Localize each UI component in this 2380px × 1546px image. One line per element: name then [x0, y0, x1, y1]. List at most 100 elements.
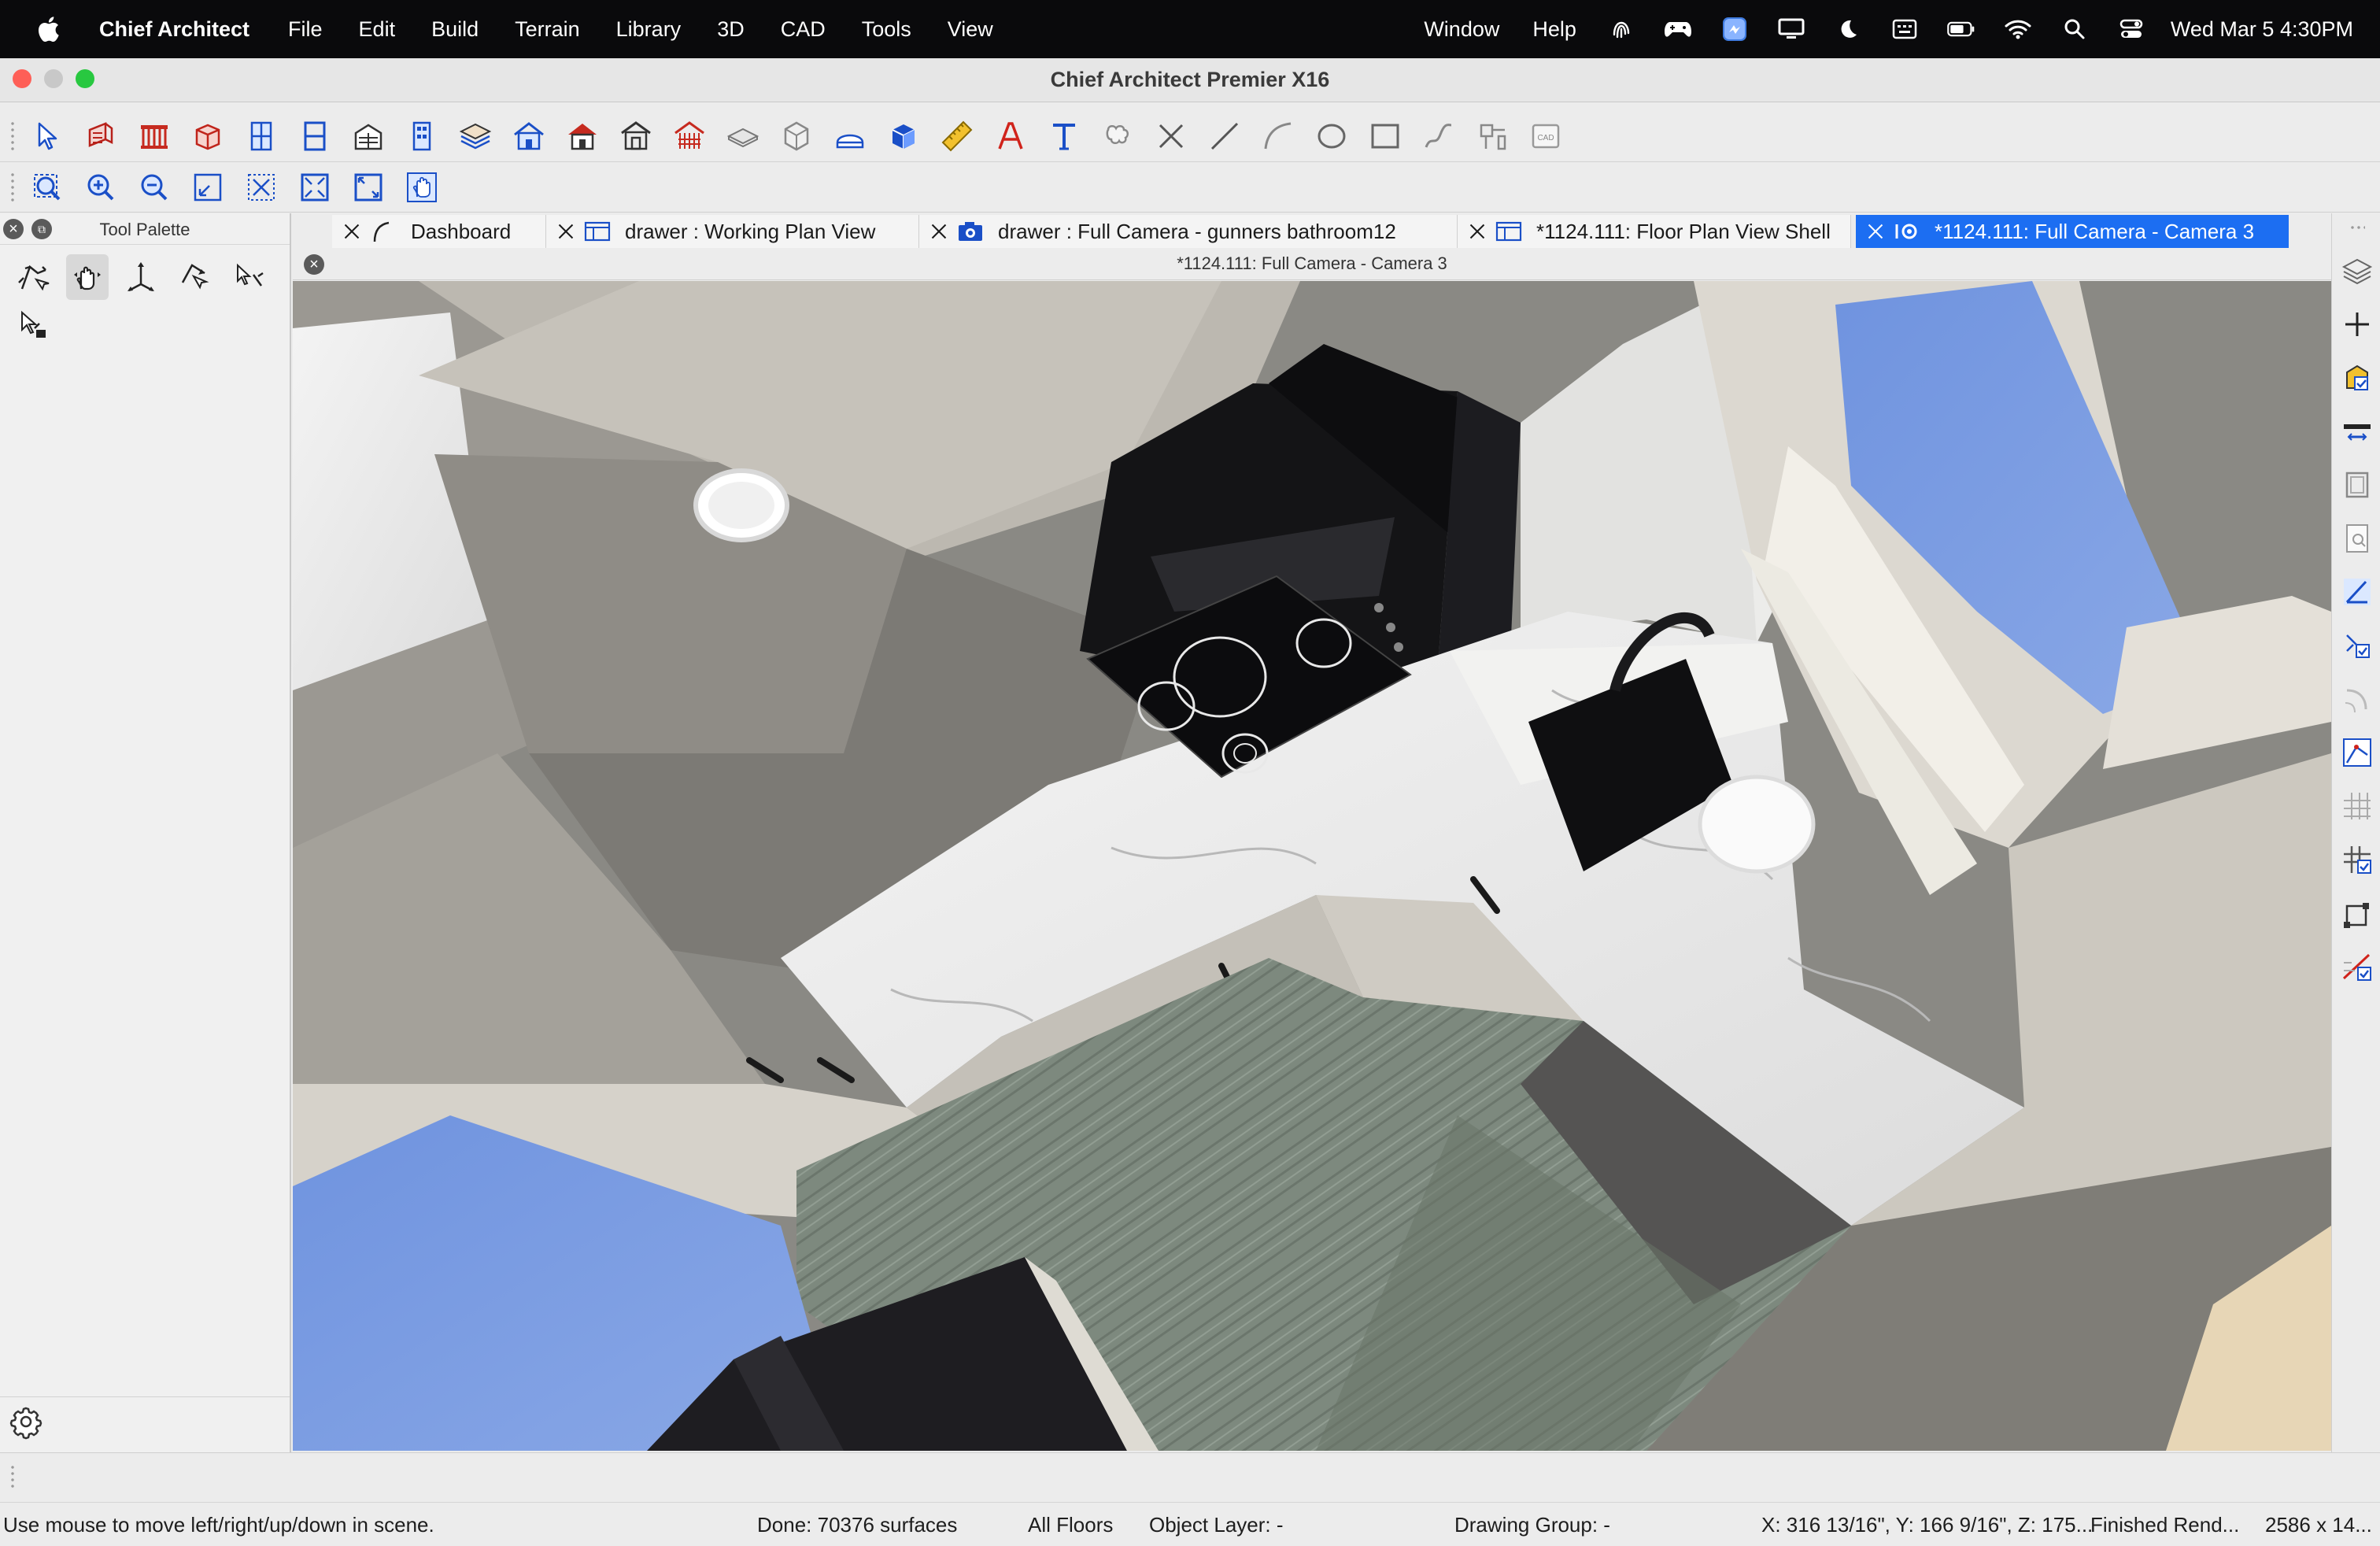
- battery-icon[interactable]: [1947, 17, 1975, 41]
- add-button[interactable]: [2339, 306, 2375, 342]
- grid-display-button[interactable]: [2339, 788, 2375, 824]
- material-painter-button[interactable]: [2339, 360, 2375, 396]
- cross-line-tool[interactable]: [1151, 116, 1192, 157]
- tab-dashboard[interactable]: Dashboard: [332, 215, 546, 248]
- close-tab-icon[interactable]: [929, 221, 949, 242]
- object-snap-button[interactable]: [2339, 627, 2375, 664]
- status-floors[interactable]: All Floors: [1028, 1513, 1113, 1537]
- terrain-tool[interactable]: [669, 116, 710, 157]
- gear-icon[interactable]: [8, 1404, 44, 1440]
- floor-ceiling-tool[interactable]: [455, 116, 496, 157]
- safari-extension-icon[interactable]: [1720, 17, 1749, 41]
- menu-edit[interactable]: Edit: [341, 17, 414, 42]
- arch-tool[interactable]: [830, 116, 870, 157]
- close-tab-icon[interactable]: [556, 221, 576, 242]
- 3d-box-tool[interactable]: [883, 116, 924, 157]
- dormer-tool[interactable]: [562, 116, 603, 157]
- menu-build[interactable]: Build: [413, 17, 497, 42]
- control-center-icon[interactable]: [2117, 17, 2145, 41]
- menu-app-name[interactable]: Chief Architect: [90, 17, 270, 42]
- menu-window[interactable]: Window: [1407, 17, 1516, 42]
- 3d-camera-viewport[interactable]: [293, 281, 2331, 1451]
- apple-logo-icon[interactable]: [36, 16, 60, 43]
- window-tool[interactable]: [241, 116, 282, 157]
- fill-window-tool[interactable]: [241, 167, 282, 208]
- camera-orbit-tool[interactable]: [13, 254, 55, 300]
- camera-move-tool[interactable]: [120, 254, 162, 300]
- menu-3d[interactable]: 3D: [699, 17, 763, 42]
- select-objects-tool[interactable]: [27, 116, 68, 157]
- camera-pan-tool[interactable]: [66, 254, 109, 300]
- statusbar-grip[interactable]: [9, 1464, 16, 1488]
- layers-panel-button[interactable]: [2339, 253, 2375, 289]
- display-icon[interactable]: [1777, 17, 1805, 41]
- sloped-surface-button[interactable]: [2339, 949, 2375, 985]
- camera-select-tool[interactable]: [227, 254, 269, 300]
- wifi-icon[interactable]: [2004, 17, 2032, 41]
- zoom-window-tool[interactable]: [27, 167, 68, 208]
- frame-button[interactable]: [2339, 467, 2375, 503]
- tab-floor-plan-view-shell[interactable]: *1124.111: Floor Plan View Shell: [1458, 215, 1851, 248]
- toolbar-grip[interactable]: [9, 120, 16, 152]
- shape-tool[interactable]: [776, 116, 817, 157]
- wall-tool[interactable]: [80, 116, 121, 157]
- tab-full-camera-bathroom[interactable]: drawer : Full Camera - gunners bathroom1…: [919, 215, 1458, 248]
- hand-move-icon: [74, 266, 101, 290]
- tab-working-plan-view[interactable]: drawer : Working Plan View: [546, 215, 919, 248]
- railing-fencing-tool[interactable]: [134, 116, 175, 157]
- cabinet-tool[interactable]: [187, 116, 228, 157]
- zoom-out-tool[interactable]: [134, 167, 175, 208]
- menu-file[interactable]: File: [270, 17, 341, 42]
- input-menu-icon[interactable]: [1890, 17, 1919, 41]
- pan-tool[interactable]: [401, 167, 442, 208]
- grid-snap-button[interactable]: [2339, 734, 2375, 771]
- arc-snap-button[interactable]: [2339, 681, 2375, 717]
- panel-grip[interactable]: [2349, 224, 2365, 232]
- close-tab-icon[interactable]: [1865, 221, 1886, 242]
- rectangle-tool[interactable]: [1365, 116, 1406, 157]
- toolbar-grip[interactable]: [9, 171, 16, 203]
- menubar-clock[interactable]: Wed Mar 5 4:30PM: [2171, 17, 2353, 42]
- undo-zoom-tool[interactable]: [187, 167, 228, 208]
- tab-full-camera-3[interactable]: *1124.111: Full Camera - Camera 3: [1856, 215, 2289, 248]
- edit-handles-button[interactable]: [2339, 895, 2375, 931]
- door-tool[interactable]: [294, 116, 335, 157]
- line-tool[interactable]: [1204, 116, 1245, 157]
- menu-tools[interactable]: Tools: [844, 17, 929, 42]
- page-preview-button[interactable]: [2339, 520, 2375, 557]
- framing-tool[interactable]: [615, 116, 656, 157]
- camera-tilt-tool[interactable]: [173, 254, 216, 300]
- spline-tool[interactable]: [1418, 116, 1459, 157]
- cad-block-tool[interactable]: [1472, 116, 1513, 157]
- roof-tool[interactable]: [401, 116, 442, 157]
- stairs-tool[interactable]: [348, 116, 389, 157]
- dimension-tool[interactable]: [937, 116, 978, 157]
- text-tool[interactable]: [1044, 116, 1085, 157]
- full-screen-tool[interactable]: [348, 167, 389, 208]
- zoom-in-tool[interactable]: [80, 167, 121, 208]
- angle-snap-button[interactable]: [2339, 574, 2375, 610]
- arc-tool[interactable]: [1258, 116, 1299, 157]
- build-house-tool[interactable]: [508, 116, 549, 157]
- fill-window-building-tool[interactable]: [294, 167, 335, 208]
- callout-tool[interactable]: [1097, 116, 1138, 157]
- cad-tool[interactable]: CAD: [1525, 116, 1566, 157]
- menu-view[interactable]: View: [929, 17, 1011, 42]
- menu-cad[interactable]: CAD: [763, 17, 844, 42]
- menu-terrain[interactable]: Terrain: [497, 17, 598, 42]
- text-style-tool[interactable]: [990, 116, 1031, 157]
- menu-library[interactable]: Library: [598, 17, 700, 42]
- circle-tool[interactable]: [1311, 116, 1352, 157]
- wall-type-button[interactable]: [2339, 413, 2375, 449]
- slab-tool[interactable]: [722, 116, 763, 157]
- close-tab-icon[interactable]: [342, 221, 362, 242]
- fingerprint-icon[interactable]: [1607, 17, 1635, 41]
- close-tab-icon[interactable]: [1467, 221, 1488, 242]
- game-controller-icon[interactable]: [1664, 17, 1692, 41]
- moon-icon[interactable]: [1834, 17, 1862, 41]
- reference-grid-button[interactable]: [2339, 841, 2375, 878]
- zoom-in-icon: [87, 174, 114, 200]
- camera-walk-tool[interactable]: [13, 303, 55, 349]
- menu-help[interactable]: Help: [1516, 17, 1593, 42]
- spotlight-search-icon[interactable]: [2060, 17, 2089, 41]
